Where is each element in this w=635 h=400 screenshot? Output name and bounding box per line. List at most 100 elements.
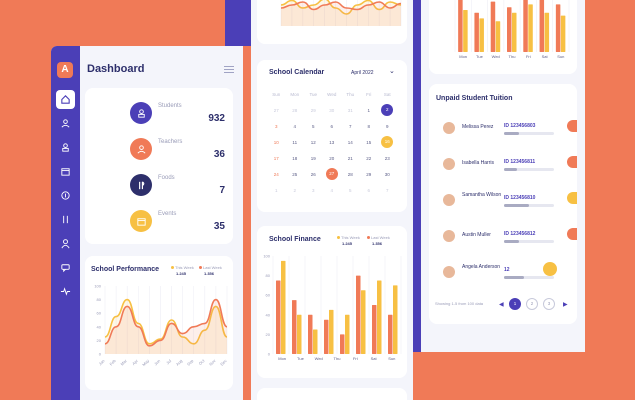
sidebar-item-chat[interactable] xyxy=(56,258,75,277)
bar[interactable] xyxy=(528,4,533,52)
calendar-day[interactable]: 20 xyxy=(323,156,342,161)
bar[interactable] xyxy=(463,10,468,52)
bar[interactable] xyxy=(544,12,550,52)
calendar-day[interactable]: 9 xyxy=(378,124,397,129)
bar[interactable] xyxy=(345,314,350,354)
calendar-day[interactable]: 11 xyxy=(286,140,305,145)
page-button[interactable]: 2 xyxy=(526,298,538,310)
calendar-day[interactable]: 28 xyxy=(341,172,360,177)
bar[interactable] xyxy=(297,314,302,354)
table-row[interactable]: Angela Anderson 12 xyxy=(429,262,577,298)
calendar-day[interactable]: 17 xyxy=(267,156,286,161)
bar[interactable] xyxy=(388,314,393,354)
bar[interactable] xyxy=(361,290,366,354)
bar[interactable] xyxy=(479,18,484,52)
calendar-day[interactable]: 4 xyxy=(323,188,342,193)
app-logo[interactable]: A xyxy=(57,62,73,78)
bar[interactable] xyxy=(313,329,318,355)
bar[interactable] xyxy=(555,4,561,52)
calendar-day[interactable]: 1 xyxy=(267,188,286,193)
sidebar-item-home[interactable] xyxy=(56,90,75,109)
sidebar-item-teachers[interactable] xyxy=(56,138,75,157)
calendar-day[interactable]: 4 xyxy=(286,124,305,129)
calendar-day[interactable]: 29 xyxy=(360,172,379,177)
calendar-day[interactable]: 7 xyxy=(341,124,360,129)
row-action-button[interactable] xyxy=(567,228,577,240)
calendar-day[interactable]: 26 xyxy=(304,172,323,177)
bar[interactable] xyxy=(474,12,479,52)
bar[interactable] xyxy=(507,7,512,52)
sidebar-item-students[interactable] xyxy=(56,114,75,133)
calendar-day[interactable]: 12 xyxy=(304,140,323,145)
bar[interactable] xyxy=(329,309,334,354)
sidebar-item-food[interactable] xyxy=(56,210,75,229)
calendar-day[interactable]: 3 xyxy=(267,124,286,129)
bar[interactable] xyxy=(377,280,382,355)
calendar-day[interactable]: 27 xyxy=(267,108,286,113)
month-select[interactable]: April 2022 xyxy=(351,70,374,76)
bar[interactable] xyxy=(340,334,345,354)
row-action-button[interactable] xyxy=(567,192,577,204)
bar[interactable] xyxy=(458,0,463,52)
calendar-day[interactable]: 1 xyxy=(360,108,379,113)
calendar-day[interactable]: 23 xyxy=(378,156,397,161)
calendar-day[interactable]: 19 xyxy=(304,156,323,161)
calendar-day[interactable]: 6 xyxy=(360,188,379,193)
chevron-down-icon[interactable]: ⌄ xyxy=(389,67,395,75)
calendar-day[interactable]: 3 xyxy=(304,188,323,193)
calendar-day[interactable]: 30 xyxy=(378,172,397,177)
sidebar-item-activity[interactable] xyxy=(56,282,75,301)
calendar-day[interactable]: 16 xyxy=(381,136,394,148)
calendar-day[interactable]: 14 xyxy=(341,140,360,145)
bar[interactable] xyxy=(276,280,281,355)
calendar-day[interactable]: 21 xyxy=(341,156,360,161)
calendar-day[interactable]: 18 xyxy=(286,156,305,161)
calendar-day[interactable]: 29 xyxy=(304,108,323,113)
bar[interactable] xyxy=(356,275,361,354)
table-row[interactable]: Samantha Wilson ID 123456810 xyxy=(429,190,577,226)
row-action-button[interactable] xyxy=(567,120,577,132)
calendar-day[interactable]: 6 xyxy=(323,124,342,129)
calendar-day[interactable]: 31 xyxy=(341,108,360,113)
calendar-day[interactable]: 2 xyxy=(286,188,305,193)
table-row[interactable]: Melissa Perez ID 123456803 xyxy=(429,118,577,154)
calendar-day[interactable]: 7 xyxy=(378,188,397,193)
calendar-day[interactable]: 8 xyxy=(360,124,379,129)
calendar-day[interactable]: 10 xyxy=(267,140,286,145)
calendar-day[interactable]: 22 xyxy=(360,156,379,161)
bar[interactable] xyxy=(523,0,528,52)
calendar-day[interactable]: 15 xyxy=(360,140,379,145)
next-page-button[interactable]: ▶ xyxy=(563,301,568,308)
menu-icon[interactable] xyxy=(224,66,234,73)
bar[interactable] xyxy=(490,1,496,53)
bar[interactable] xyxy=(372,305,377,354)
calendar-day[interactable]: 2 xyxy=(381,104,394,116)
bar[interactable] xyxy=(292,300,297,354)
bar[interactable] xyxy=(324,319,329,354)
sidebar-item-user[interactable] xyxy=(56,234,75,253)
page-button[interactable]: 1 xyxy=(509,298,521,310)
sidebar-item-calendar[interactable] xyxy=(56,162,75,181)
bar[interactable] xyxy=(560,15,566,53)
table-row[interactable]: Austin Muller ID 123456812 xyxy=(429,226,577,262)
bell-icon[interactable] xyxy=(543,262,557,276)
prev-page-button[interactable]: ◀ xyxy=(499,301,504,308)
calendar-day[interactable]: 25 xyxy=(286,172,305,177)
bar[interactable] xyxy=(308,314,313,354)
calendar-day[interactable]: 13 xyxy=(323,140,342,145)
bar[interactable] xyxy=(393,285,398,354)
bar[interactable] xyxy=(281,260,286,354)
page-button[interactable]: 3 xyxy=(543,298,555,310)
calendar-day[interactable]: 5 xyxy=(341,188,360,193)
bar[interactable] xyxy=(495,21,501,52)
calendar-day[interactable]: 30 xyxy=(323,108,342,113)
calendar-day[interactable]: 28 xyxy=(286,108,305,113)
sidebar-item-finance[interactable] xyxy=(56,186,75,205)
table-row[interactable]: Isabella Harris ID 123456811 xyxy=(429,154,577,190)
calendar-day[interactable]: 5 xyxy=(304,124,323,129)
bar[interactable] xyxy=(539,0,545,52)
bar[interactable] xyxy=(512,12,517,52)
calendar-day[interactable]: 24 xyxy=(267,172,286,177)
calendar-day[interactable]: 27 xyxy=(325,168,338,180)
row-action-button[interactable] xyxy=(567,156,577,168)
